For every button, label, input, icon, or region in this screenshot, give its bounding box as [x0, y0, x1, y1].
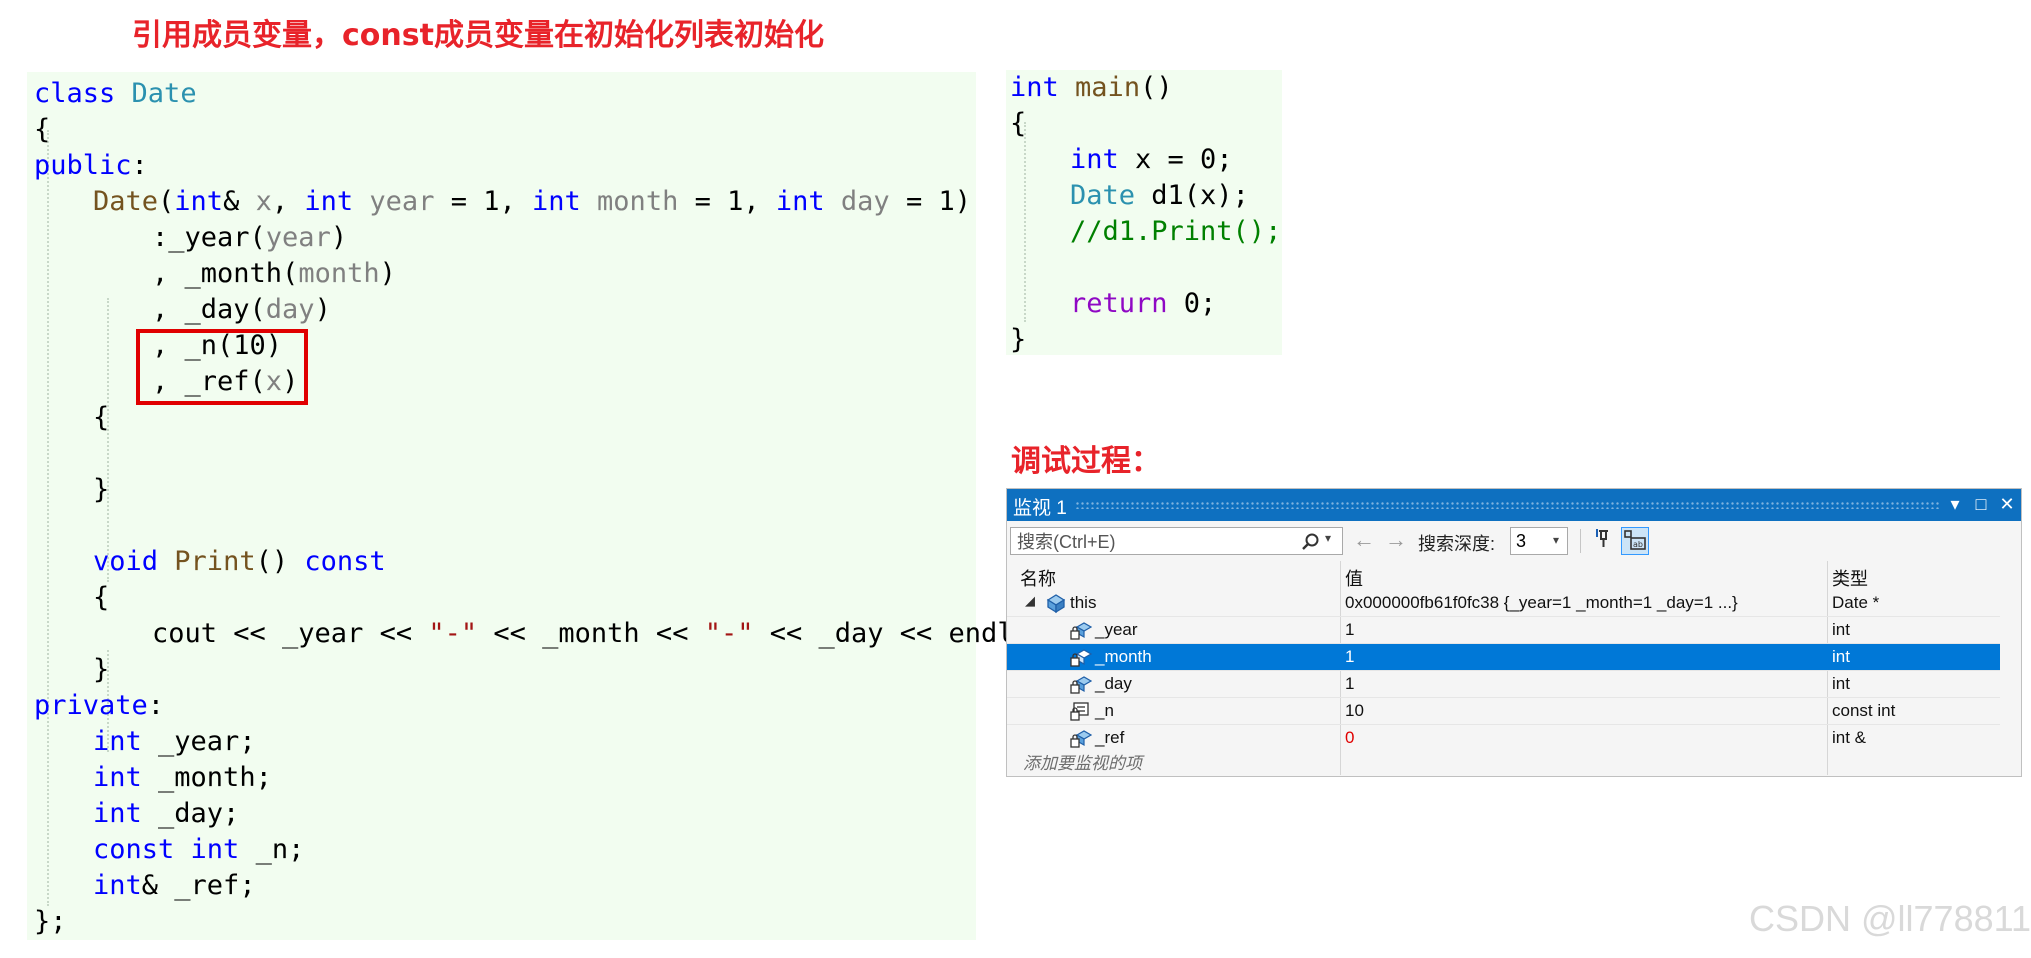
dropdown-icon[interactable]: ▾ [1943, 492, 1967, 516]
code-line: { [93, 582, 110, 613]
code-line: } [1010, 324, 1027, 355]
watch-type: const int [1832, 701, 1896, 720]
private-field-icon [1070, 730, 1092, 748]
code-line: //d1.Print(); [1070, 216, 1282, 247]
code-line: :_year(year) [152, 222, 348, 253]
search-depth-select[interactable]: 3 ▾ [1510, 527, 1568, 555]
code-line: Date d1(x); [1070, 180, 1249, 211]
constant-field-icon [1070, 702, 1089, 721]
watch-type: int & [1832, 728, 1867, 747]
watch-value[interactable]: 0x000000fb61f0fc38 {_year=1 _month=1 _da… [1345, 593, 1738, 613]
collapse-arrow-icon[interactable]: ◢ [1025, 593, 1035, 609]
code-line: void Print() const [93, 546, 386, 577]
watch-name: _year [1095, 620, 1138, 639]
code-line: , _month(month) [152, 258, 396, 289]
section-heading-debug: 调试过程： [1011, 444, 1161, 479]
watch-grid-header: 名称 值 类型 [1007, 561, 2021, 589]
code-line: cout << _year << "-" << _month << "-" <<… [152, 618, 1030, 649]
watch-row-this[interactable]: ◢ this 0x000000fb61f0fc38 {_year=1 _mont… [1007, 590, 2000, 616]
back-arrow-icon[interactable]: ← [1353, 527, 1375, 553]
code-line: { [93, 402, 110, 433]
code-line: int _month; [93, 762, 272, 793]
forward-arrow-icon[interactable]: → [1385, 527, 1407, 553]
watch-name: this [1070, 593, 1097, 612]
watch-type: int [1832, 647, 1850, 666]
private-field-icon [1070, 676, 1092, 694]
hex-display-icon[interactable]: ab [1621, 527, 1649, 555]
search-field[interactable]: ▾ [1010, 527, 1343, 555]
class-code-panel: class Date { public: Date(int& x, int ye… [27, 72, 1030, 940]
watch-row-ref[interactable]: _ref 0 int & [1007, 725, 2000, 751]
svg-text:ab: ab [1633, 540, 1643, 549]
highlight-box [136, 329, 308, 405]
chevron-down-icon: ▾ [1553, 533, 1560, 547]
search-icon[interactable] [1301, 532, 1321, 552]
code-line: { [34, 114, 51, 145]
column-header-type[interactable]: 类型 [1832, 565, 1868, 591]
object-icon [1046, 594, 1066, 614]
search-depth-value: 3 [1516, 531, 1527, 551]
code-line: class Date [34, 78, 197, 109]
watch-value[interactable]: 1 [1345, 674, 1354, 694]
watch-type: Date * [1832, 593, 1880, 612]
watch-row-month[interactable]: _month 1 int [1007, 644, 2000, 670]
watermark: CSDN @ll778811 [1748, 898, 2031, 939]
watch-row-year[interactable]: _year 1 int [1007, 617, 2000, 643]
code-line: int main() [1010, 72, 1173, 103]
watch-row-day[interactable]: _day 1 int [1007, 671, 2000, 697]
search-input[interactable] [1015, 530, 1289, 554]
title-grip [1075, 501, 1941, 509]
watch-type: int [1832, 674, 1850, 693]
watch-title-bar[interactable]: 监视 1 ▾ □ ✕ [1007, 489, 2021, 521]
add-watch-item[interactable]: 添加要监视的项 [1023, 749, 1142, 774]
search-depth-label: 搜索深度: [1418, 534, 1496, 554]
toolbar-separator [1580, 529, 1581, 553]
code-line: , _day(day) [152, 294, 331, 325]
code-line: private: [34, 690, 165, 721]
watch-toolbar: ▾ ← → 搜索深度: 3 ▾ ab [1007, 521, 2021, 561]
column-header-value[interactable]: 值 [1345, 565, 1363, 591]
private-field-icon [1070, 649, 1092, 667]
code-line: } [93, 654, 110, 685]
watch-value[interactable]: 0 [1345, 728, 1354, 748]
code-line: int _day; [93, 798, 240, 829]
private-field-icon [1070, 622, 1092, 640]
watch-value[interactable]: 10 [1345, 701, 1364, 721]
code-line: { [1010, 108, 1027, 139]
code-line: Date(int& x, int year = 1, int month = 1… [93, 186, 971, 217]
search-options-icon[interactable]: ▾ [1325, 531, 1331, 545]
code-line: int x = 0; [1070, 144, 1233, 175]
watch-name: _month [1095, 647, 1152, 666]
watch-row-n[interactable]: _n 10 const int [1007, 698, 2000, 724]
main-code-panel: int main() { int x = 0; Date d1(x); //d1… [1006, 70, 1282, 355]
watch-name: _day [1095, 674, 1132, 693]
code-line: int _year; [93, 726, 256, 757]
watch-name: _ref [1095, 728, 1125, 747]
code-line: const int _n; [93, 834, 305, 865]
watch-type: int [1832, 620, 1850, 639]
pin-icon[interactable] [1589, 527, 1617, 555]
close-icon[interactable]: ✕ [1995, 492, 2019, 516]
column-header-name[interactable]: 名称 [1020, 565, 1056, 591]
watch-value[interactable]: 1 [1345, 647, 1354, 667]
code-line: int& _ref; [93, 870, 256, 901]
maximize-icon[interactable]: □ [1969, 492, 1993, 516]
watch-window: 监视 1 ▾ □ ✕ ▾ ← → 搜索深度: 3 ▾ ab 名称 值 [1006, 488, 2022, 777]
watch-name: _n [1095, 701, 1114, 720]
code-line: }; [34, 906, 67, 937]
watch-title: 监视 1 [1013, 498, 1067, 519]
code-line: public: [34, 150, 148, 181]
watch-value[interactable]: 1 [1345, 620, 1354, 640]
code-line: } [93, 474, 110, 505]
code-line: return 0; [1070, 288, 1217, 319]
section-heading-initializer: 引用成员变量，const成员变量在初始化列表初始化 [132, 18, 824, 53]
